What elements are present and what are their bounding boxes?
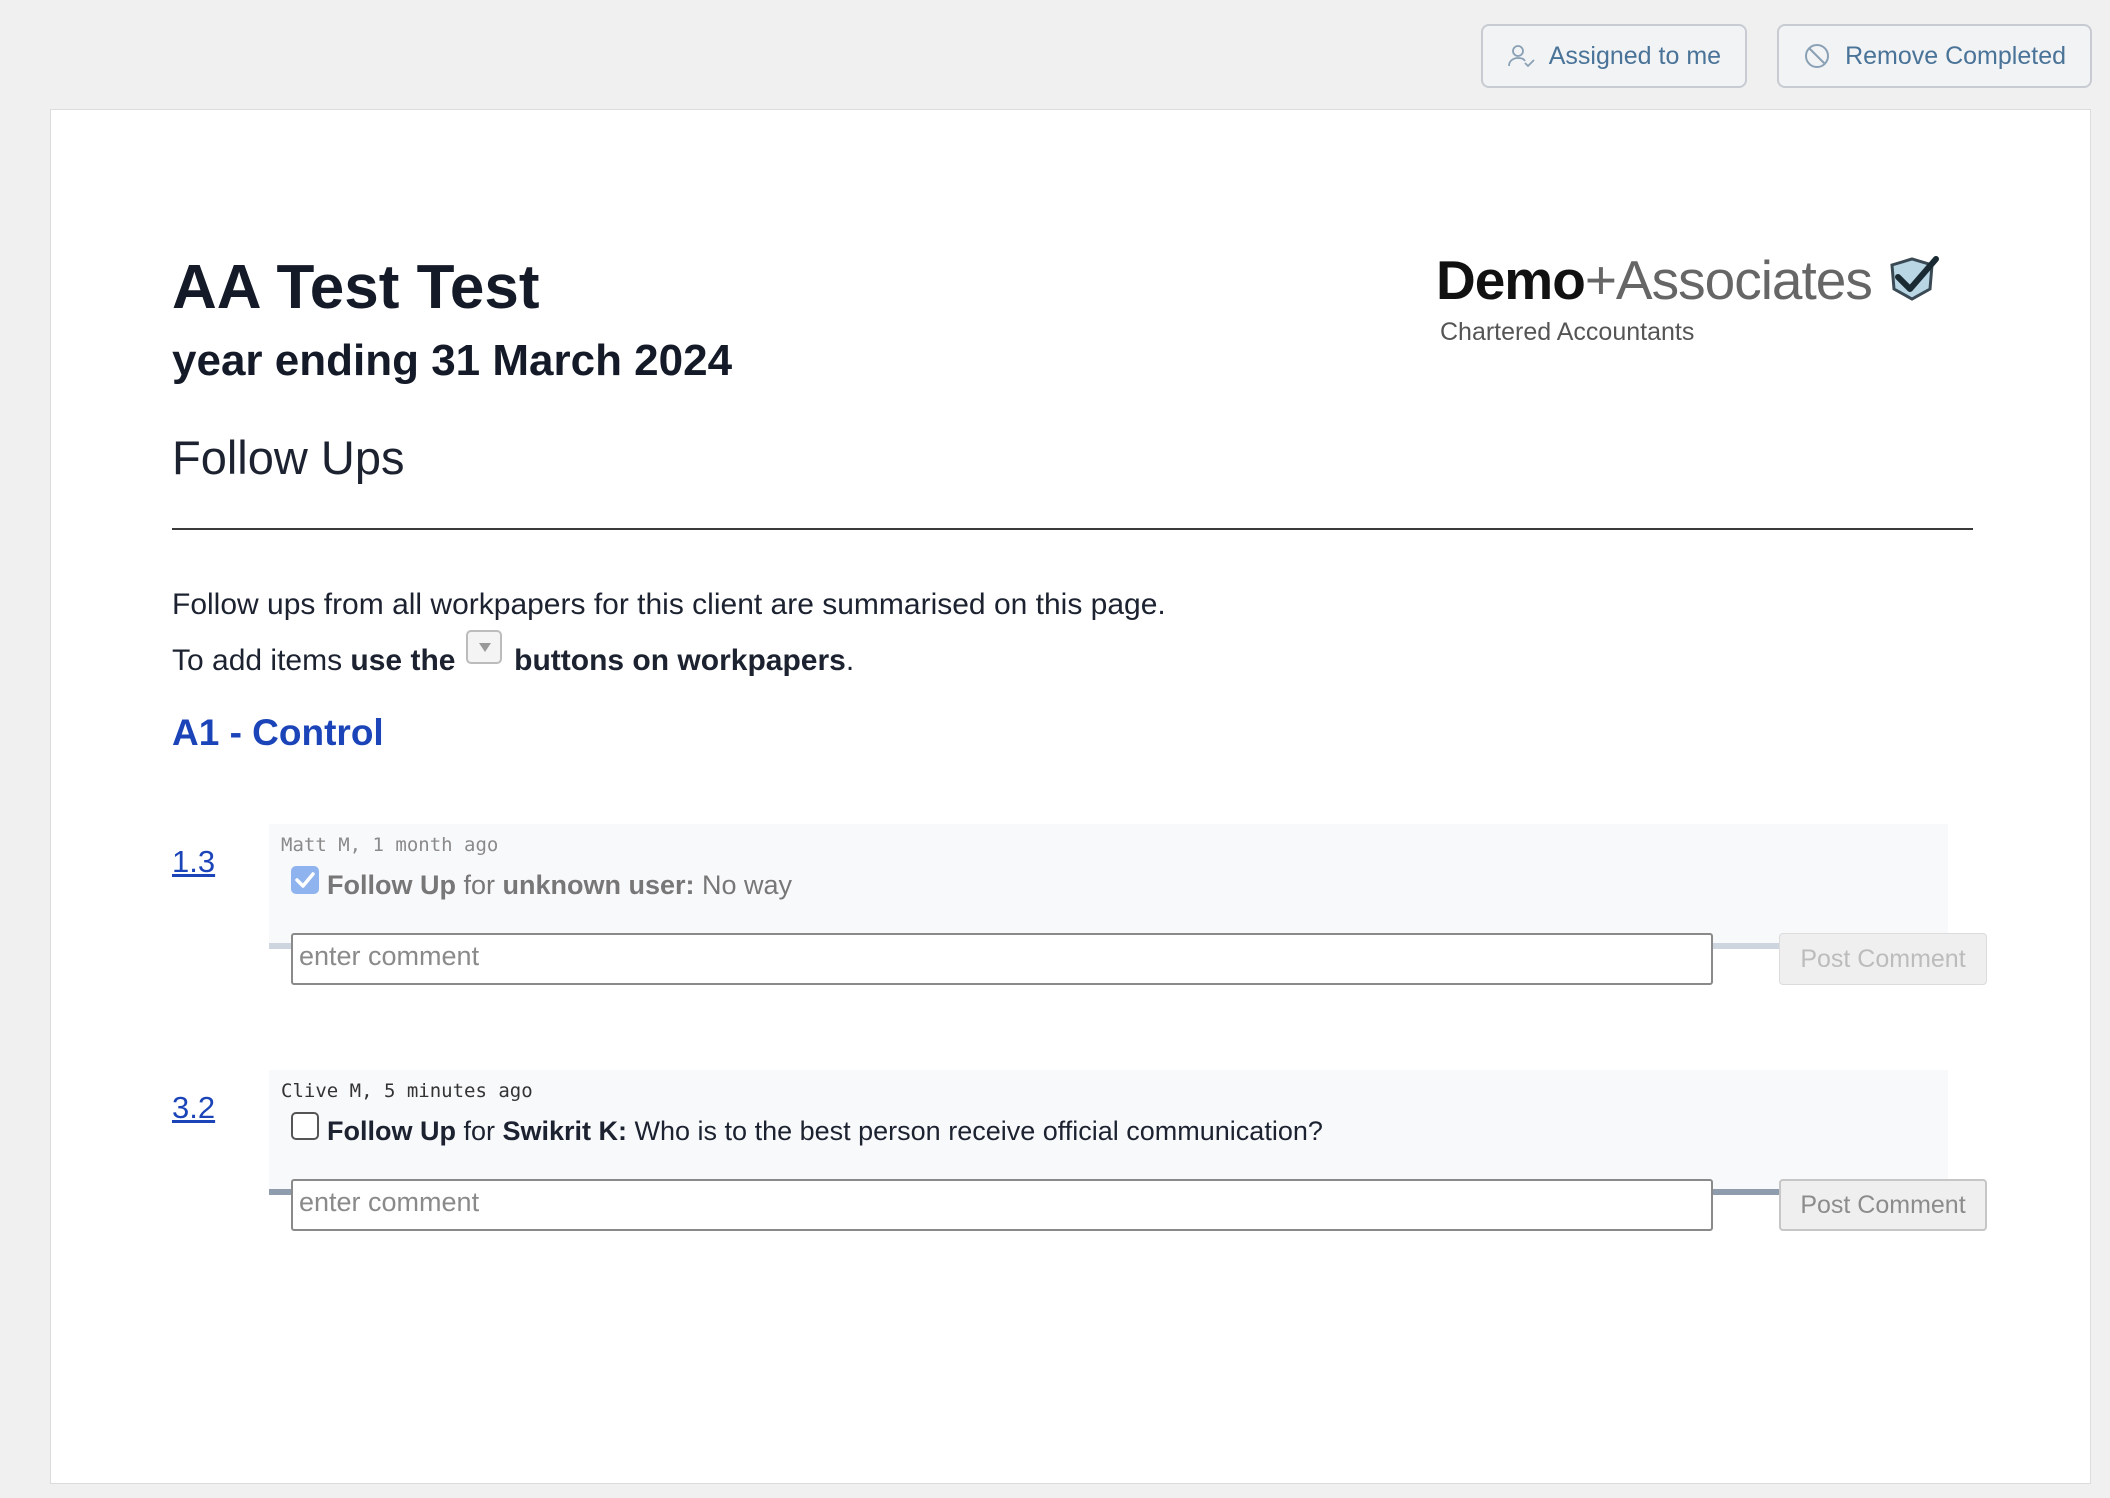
logo-name-light: +Associates <box>1584 249 1873 311</box>
intro-line-2-suffix: . <box>845 644 855 677</box>
follow-up-checkbox[interactable] <box>291 866 319 894</box>
assigned-to-me-button[interactable]: Assigned to me <box>1480 24 1748 88</box>
post-comment-button[interactable]: Post Comment <box>1779 1179 1987 1231</box>
follow-up-text: Follow Up for unknown user: No way <box>327 870 792 901</box>
intro-line-2-bold-1: use the <box>350 644 456 677</box>
remove-completed-button[interactable]: Remove Completed <box>1777 24 2092 88</box>
dropdown-button-icon <box>465 630 502 664</box>
ban-icon <box>1805 44 1830 68</box>
main-panel: AA Test Test year ending 31 March 2024 F… <box>50 109 2091 1484</box>
follow-up-meta: Matt M, 1 month ago <box>281 834 499 856</box>
page-title: Follow Ups <box>172 431 405 484</box>
post-comment-button[interactable]: Post Comment <box>1779 933 1987 985</box>
follow-up-meta: Clive M, 5 minutes ago <box>281 1080 533 1102</box>
follow-up-label: Follow Up <box>327 1116 456 1146</box>
section-title: A1 - Control <box>172 712 384 753</box>
comment-input[interactable] <box>291 933 1713 985</box>
follow-up-text: Follow Up for Swikrit K: Who is to the b… <box>327 1116 1323 1147</box>
logo-wordmark: Demo +Associates <box>1436 248 1940 312</box>
intro-line-2: To add items use the buttons on workpape… <box>172 630 1166 686</box>
toolbar: Assigned to me Remove Completed <box>1480 24 2092 88</box>
follow-up-message: Who is to the best person receive offici… <box>627 1116 1323 1146</box>
follow-up-for: for <box>455 870 503 900</box>
logo-check-icon <box>1890 256 1939 301</box>
year-end: year ending 31 March 2024 <box>172 336 733 385</box>
header-divider <box>172 528 1973 530</box>
client-name: AA Test Test <box>172 253 540 322</box>
firm-logo: Demo +Associates Chartered Accountants <box>1436 248 1940 347</box>
follow-up-user: unknown user: <box>502 870 695 900</box>
follow-up-card: Clive M, 5 minutes ago Follow Up for Swi… <box>269 1070 1987 1231</box>
remove-completed-label: Remove Completed <box>1845 41 2066 70</box>
follow-up-checkbox[interactable] <box>291 1112 319 1140</box>
logo-subtitle: Chartered Accountants <box>1440 318 1695 346</box>
follow-up-card: Matt M, 1 month ago Follow Up for unknow… <box>269 824 1987 985</box>
workpaper-ref-link[interactable]: 3.2 <box>172 1090 215 1126</box>
checkmark-icon <box>295 872 315 888</box>
intro-line-2-prefix: To add items <box>172 644 351 677</box>
logo-name-bold: Demo <box>1436 249 1586 311</box>
follow-up-label: Follow Up <box>327 870 456 900</box>
follow-up-for: for <box>455 1116 503 1146</box>
intro-text: Follow ups from all workpapers for this … <box>172 580 1166 686</box>
intro-line-2-bold-2: buttons on workpapers <box>505 644 846 677</box>
workpaper-ref-link[interactable]: 1.3 <box>172 844 215 880</box>
intro-line-1: Follow ups from all workpapers for this … <box>172 588 1166 621</box>
comment-input[interactable] <box>291 1179 1713 1231</box>
user-check-icon <box>1507 45 1535 68</box>
follow-up-user: Swikrit K: <box>502 1116 628 1146</box>
assigned-to-me-label: Assigned to me <box>1548 41 1722 70</box>
follow-up-message: No way <box>694 870 793 900</box>
